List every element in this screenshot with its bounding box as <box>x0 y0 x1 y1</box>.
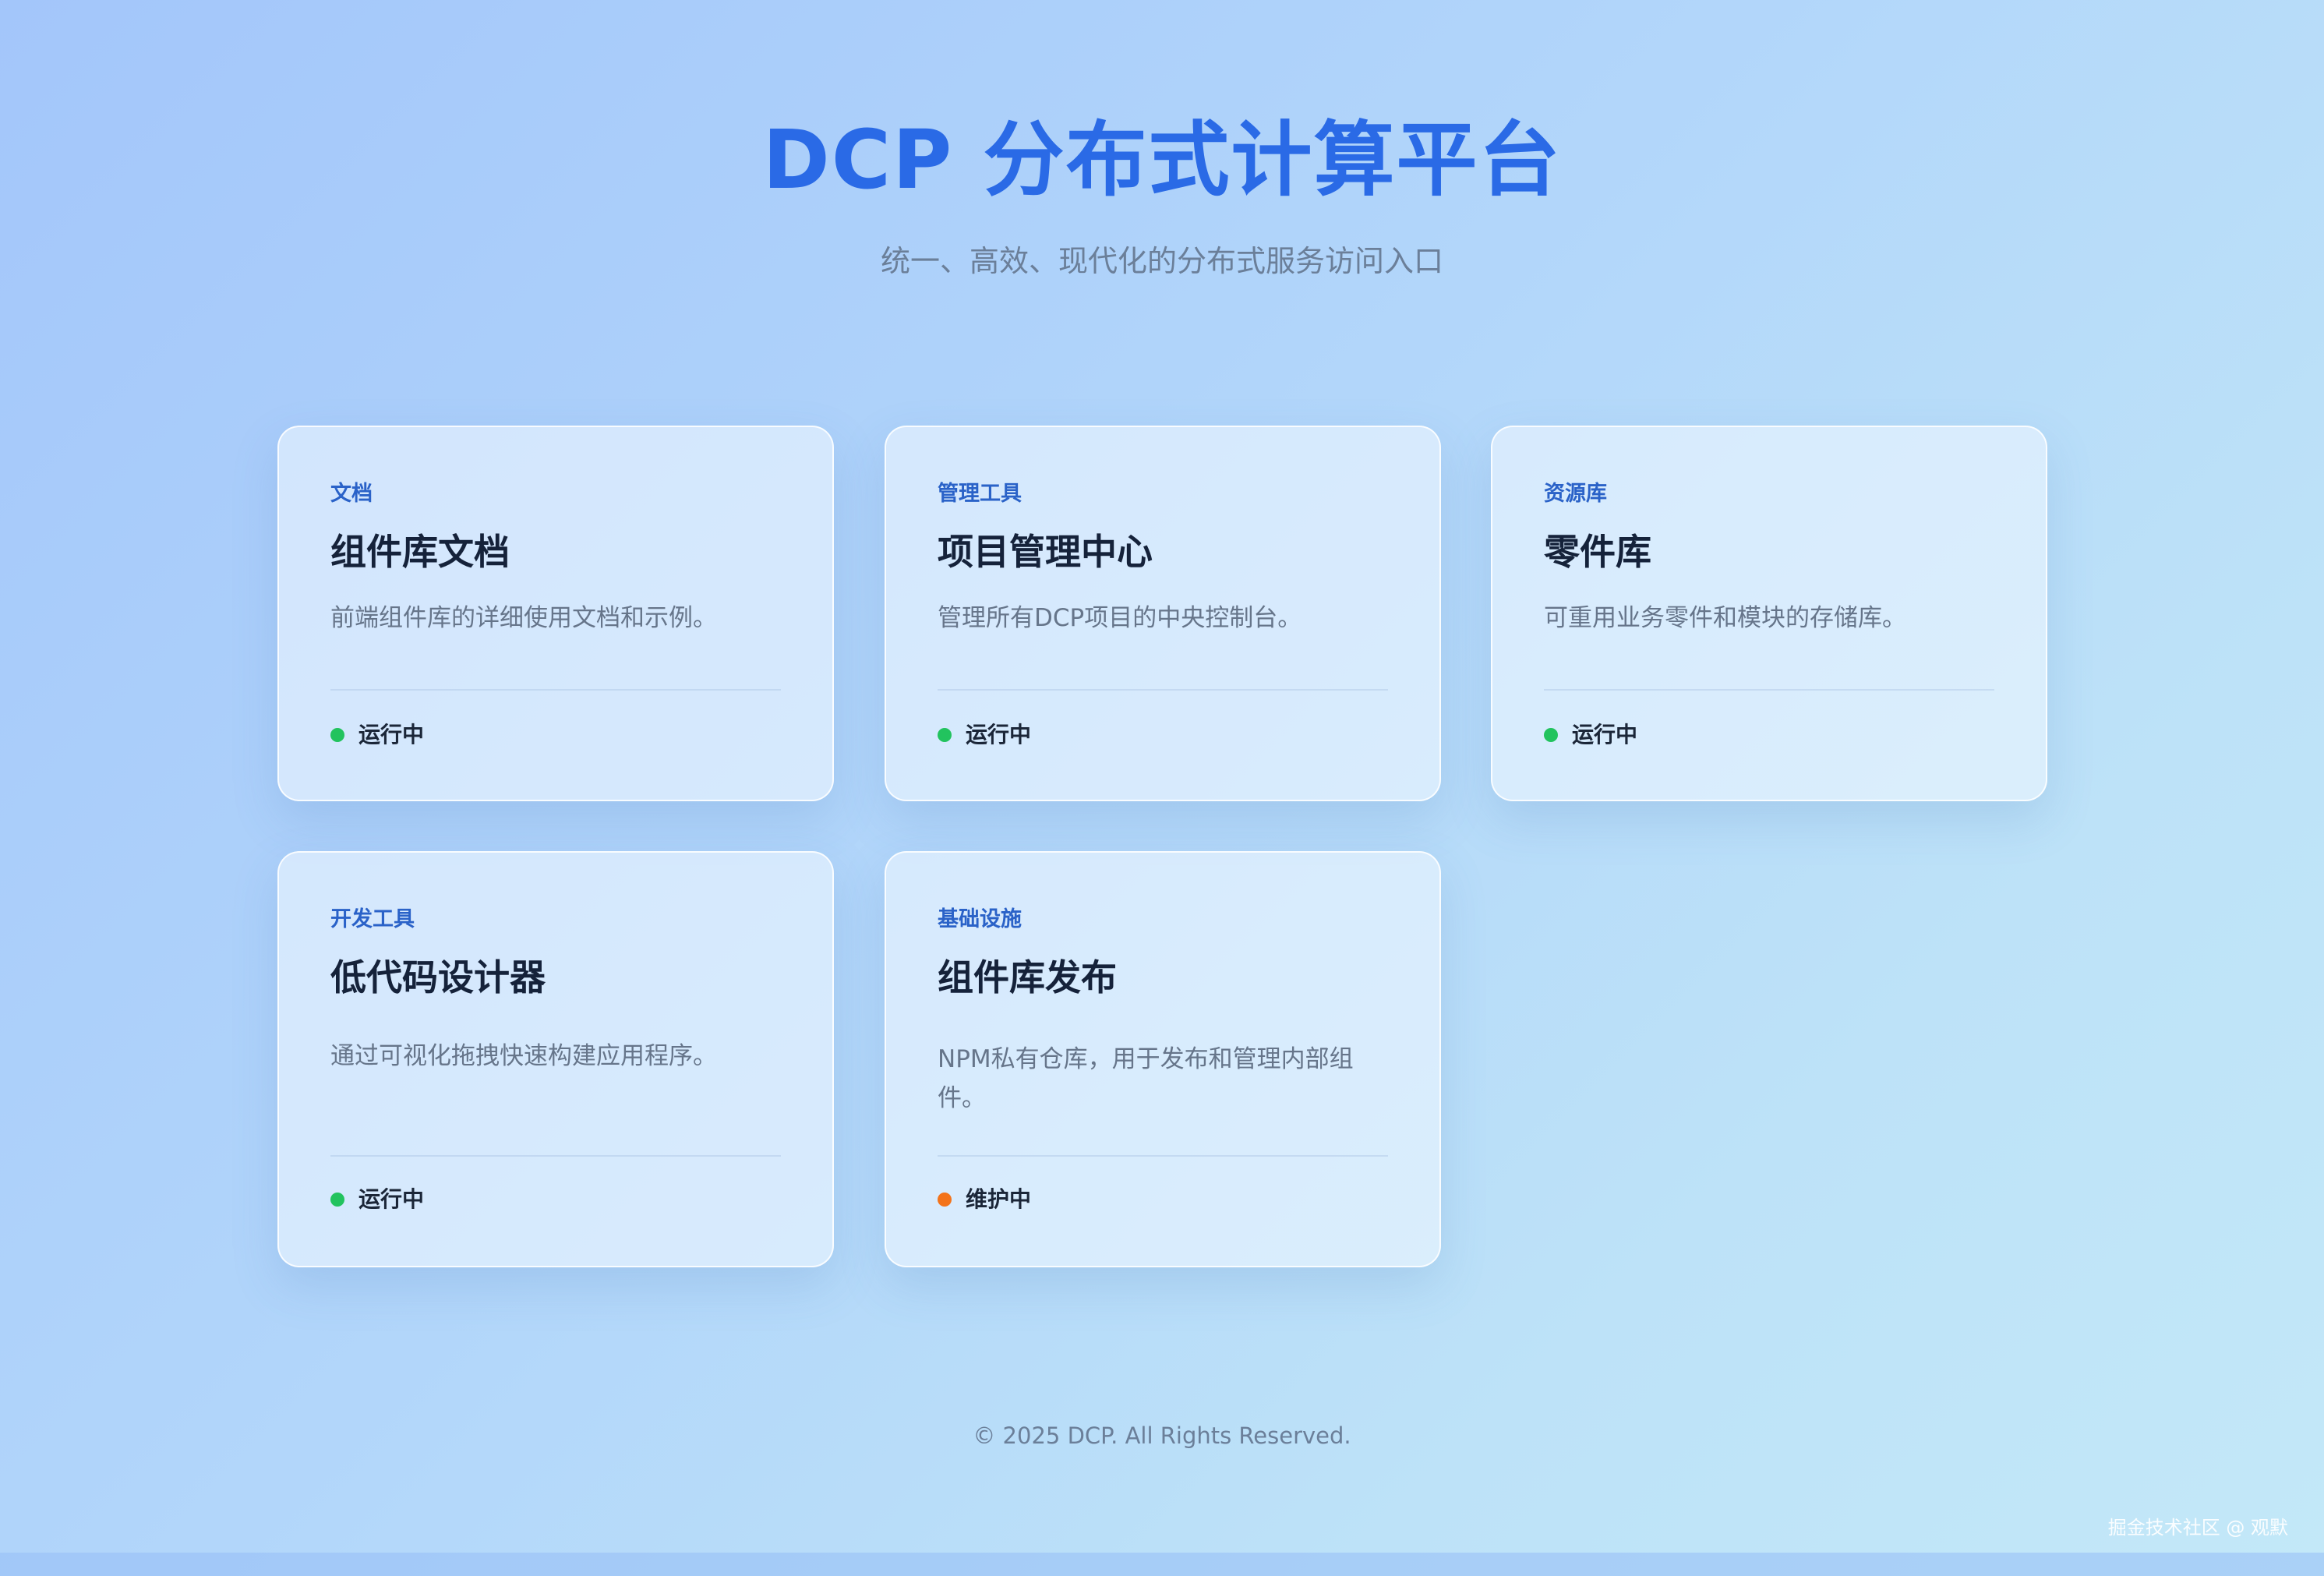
status-indicator: 运行中 <box>330 719 424 751</box>
service-card-npm-registry[interactable]: 基础设施 组件库发布 NPM私有仓库，用于发布和管理内部组件。 维护中 <box>885 851 1441 1267</box>
service-card-project-center[interactable]: 管理工具 项目管理中心 管理所有DCP项目的中央控制台。 运行中 <box>885 426 1441 801</box>
watermark: 掘金技术社区 @ 观默 <box>2107 1517 2288 1539</box>
status-label: 运行中 <box>358 722 425 747</box>
status-dot-icon <box>1544 728 1558 742</box>
card-title: 组件库文档 <box>330 531 510 573</box>
status-indicator: 运行中 <box>330 1184 424 1215</box>
card-category-tag: 基础设施 <box>938 907 1022 931</box>
page-title: DCP 分布式计算平台 <box>762 112 1562 207</box>
card-description: 通过可视化拖拽快速构建应用程序。 <box>330 1042 717 1070</box>
service-card-component-docs[interactable]: 文档 组件库文档 前端组件库的详细使用文档和示例。 运行中 <box>277 426 834 801</box>
card-divider <box>330 689 781 691</box>
service-card-parts-library[interactable]: 资源库 零件库 可重用业务零件和模块的存储库。 运行中 <box>1491 426 2047 801</box>
card-description: 可重用业务零件和模块的存储库。 <box>1544 604 1906 632</box>
page-subtitle: 统一、高效、现代化的分布式服务访问入口 <box>880 244 1443 278</box>
card-category-tag: 文档 <box>330 482 373 506</box>
status-dot-icon <box>330 1193 344 1207</box>
status-indicator: 维护中 <box>938 1184 1031 1215</box>
status-dot-icon <box>938 728 952 742</box>
status-indicator: 运行中 <box>1544 719 1637 751</box>
status-indicator: 运行中 <box>938 719 1031 751</box>
card-description: 管理所有DCP项目的中央控制台。 <box>938 604 1302 632</box>
card-divider <box>938 1155 1388 1157</box>
card-title: 组件库发布 <box>938 956 1117 998</box>
footer-copyright: © 2025 DCP. All Rights Reserved. <box>973 1422 1351 1449</box>
card-category-tag: 开发工具 <box>330 907 415 931</box>
card-title: 零件库 <box>1544 531 1651 573</box>
card-divider <box>938 689 1388 691</box>
card-category-tag: 管理工具 <box>938 482 1022 506</box>
card-description: NPM私有仓库，用于发布和管理内部组件。 <box>938 1045 1354 1112</box>
status-label: 运行中 <box>966 722 1032 747</box>
card-divider <box>330 1155 781 1157</box>
card-title: 项目管理中心 <box>938 531 1153 573</box>
card-description: 前端组件库的详细使用文档和示例。 <box>330 604 717 632</box>
card-title: 低代码设计器 <box>330 956 546 998</box>
status-label: 运行中 <box>358 1186 425 1212</box>
status-dot-icon <box>330 728 344 742</box>
page-header: DCP 分布式计算平台 统一、高效、现代化的分布式服务访问入口 <box>0 109 2324 281</box>
status-dot-icon <box>938 1193 952 1207</box>
status-label: 运行中 <box>1572 722 1638 747</box>
status-label: 维护中 <box>966 1186 1032 1212</box>
card-category-tag: 资源库 <box>1544 482 1607 506</box>
service-card-lowcode-designer[interactable]: 开发工具 低代码设计器 通过可视化拖拽快速构建应用程序。 运行中 <box>277 851 834 1267</box>
card-divider <box>1544 689 1994 691</box>
bottom-band <box>0 1553 2324 1576</box>
